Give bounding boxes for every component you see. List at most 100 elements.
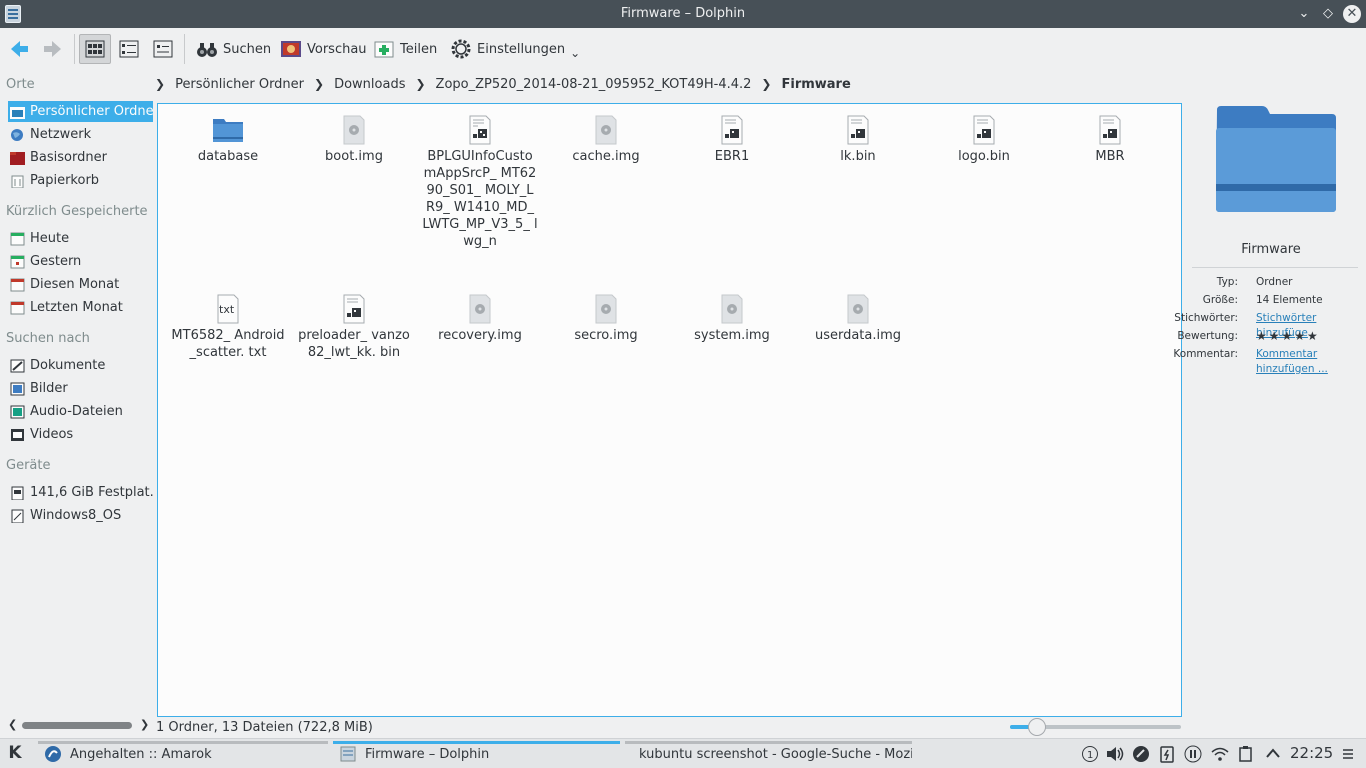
toolbar-separator [184, 34, 185, 64]
details-view-button[interactable] [149, 34, 177, 64]
notification-count: 1 [1087, 750, 1093, 761]
search-button[interactable]: Suchen [196, 34, 271, 64]
zoom-slider-handle[interactable] [1028, 718, 1047, 736]
scroll-left-icon[interactable]: ❮ [8, 718, 17, 731]
chevron-right-icon[interactable]: ❯ [314, 77, 324, 91]
file-item-preloader[interactable]: preloader_ vanzo82_lwt_kk. bin [296, 293, 412, 361]
share-button[interactable]: Teilen [373, 34, 437, 64]
breadcrumb: ❯ Persönlicher Ordner ❯ Downloads ❯ Zopo… [155, 72, 853, 96]
file-name: lk.bin [840, 149, 876, 164]
place-root[interactable]: Basisordner [8, 147, 153, 168]
chevron-right-icon[interactable]: ❯ [761, 77, 771, 91]
application-launcher-icon[interactable]: K [4, 742, 26, 764]
close-icon[interactable]: ✕ [1343, 5, 1361, 23]
volume-icon[interactable] [1104, 739, 1126, 768]
file-item-ebr1[interactable]: EBR1 [674, 114, 790, 165]
file-item-cache-img[interactable]: cache.img [548, 114, 664, 165]
file-item-lk-bin[interactable]: lk.bin [800, 114, 916, 165]
place-label: Gestern [30, 254, 82, 269]
place-label: Persönlicher Ordner [30, 104, 153, 119]
task-firefox[interactable]: kubuntu screenshot - Google-Suche - Mozi… [625, 739, 912, 768]
file-name: MT6582_ Android_scatter. txt [171, 328, 285, 360]
place-yesterday[interactable]: Gestern [8, 251, 153, 272]
place-label: Basisordner [30, 150, 107, 165]
file-name: MBR [1095, 149, 1125, 164]
breadcrumb-zopo[interactable]: Zopo_ZP520_2014-08-21_095952_KOT49H-4.4.… [434, 77, 754, 92]
panel-menu-icon[interactable] [1338, 739, 1358, 768]
file-view[interactable]: database boot.img BPLGUInfoCusto mAppSrc… [157, 103, 1182, 717]
battery-icon[interactable] [1157, 739, 1177, 768]
updates-icon[interactable] [1131, 739, 1151, 768]
chevron-up-icon[interactable] [1263, 739, 1283, 768]
place-windows[interactable]: Windows8_OS [8, 505, 153, 526]
arrow-right-icon [42, 38, 64, 60]
add-comment-link[interactable]: Kommentar hinzufügen ... [1256, 347, 1336, 377]
place-trash[interactable]: Papierkorb [8, 170, 153, 191]
folder-preview-icon [1216, 106, 1336, 212]
file-item-recovery-img[interactable]: recovery.img [422, 293, 538, 344]
disk-image-icon [469, 294, 491, 324]
breadcrumb-downloads[interactable]: Downloads [332, 77, 407, 92]
documents-icon [10, 359, 25, 372]
clipboard-icon[interactable] [1236, 739, 1256, 768]
place-home[interactable]: Persönlicher Ordner [8, 101, 153, 122]
task-amarok[interactable]: Angehalten :: Amarok [38, 739, 328, 768]
file-name: boot.img [325, 149, 383, 164]
back-button[interactable] [8, 34, 30, 64]
task-dolphin[interactable]: Firmware – Dolphin [333, 739, 620, 768]
info-file-name: Firmware [1241, 242, 1301, 257]
binary-file-icon [847, 115, 869, 145]
file-item-mbr[interactable]: MBR [1052, 114, 1168, 165]
place-audio[interactable]: Audio-Dateien [8, 401, 153, 422]
chevron-right-icon[interactable]: ❯ [415, 77, 425, 91]
gear-icon [450, 38, 472, 60]
notifications-badge-icon[interactable]: 1 [1080, 739, 1100, 768]
scroll-right-icon[interactable]: ❯ [140, 718, 149, 731]
place-label: Papierkorb [30, 173, 100, 188]
place-videos[interactable]: Videos [8, 424, 153, 445]
share-icon [373, 38, 395, 60]
place-documents[interactable]: Dokumente [8, 355, 153, 376]
place-last-month[interactable]: Letzten Monat [8, 297, 153, 318]
file-item-bplguinfo[interactable]: BPLGUInfoCusto mAppSrcP_ MT6290_S01_ MOL… [422, 114, 538, 250]
maximize-icon[interactable]: ◇ [1319, 5, 1337, 23]
breadcrumb-home[interactable]: Persönlicher Ordner [173, 77, 306, 92]
place-label: Netzwerk [30, 127, 92, 142]
zoom-slider[interactable] [1010, 718, 1181, 736]
place-hard-disk[interactable]: 141,6 GiB Festplat... [8, 482, 153, 503]
compact-view-button[interactable] [115, 34, 143, 64]
toolbar-separator [74, 34, 75, 64]
media-pause-icon[interactable] [1183, 739, 1203, 768]
preview-button[interactable]: Vorschau [280, 34, 367, 64]
task-label: Angehalten :: Amarok [70, 746, 212, 762]
info-key: Kommentar: [1173, 348, 1238, 360]
horizontal-scrollbar[interactable] [22, 722, 132, 729]
file-item-boot-img[interactable]: boot.img [296, 114, 412, 165]
file-item-logo-bin[interactable]: logo.bin [926, 114, 1042, 165]
minimize-icon[interactable]: ⌄ [1295, 5, 1313, 23]
place-images[interactable]: Bilder [8, 378, 153, 399]
file-item-system-img[interactable]: system.img [674, 293, 790, 344]
icons-view-button[interactable] [79, 34, 111, 64]
main-toolbar: Suchen Vorschau Teilen Einstellungen ⌄ [0, 28, 1366, 70]
file-item-secro-img[interactable]: secro.img [548, 293, 664, 344]
place-network[interactable]: Netzwerk [8, 124, 153, 145]
place-label: Heute [30, 231, 70, 246]
place-today[interactable]: Heute [8, 228, 153, 249]
wifi-icon[interactable] [1209, 739, 1231, 768]
window-title: Firmware – Dolphin [620, 6, 746, 21]
forward-button[interactable] [42, 34, 64, 64]
settings-button[interactable]: Einstellungen ⌄ [450, 34, 580, 64]
file-item-userdata-img[interactable]: userdata.img [800, 293, 916, 344]
file-item-database[interactable]: database [170, 114, 286, 165]
devices-heading: Geräte [6, 458, 51, 473]
file-item-scatter-txt[interactable]: txt MT6582_ Android_scatter. txt [170, 293, 286, 361]
rating-stars[interactable]: ★★★★★ [1256, 329, 1364, 344]
breadcrumb-firmware[interactable]: Firmware [779, 77, 852, 92]
disk-image-icon [595, 294, 617, 324]
task-indicator [38, 741, 328, 744]
clock[interactable]: 22:25 [1290, 744, 1333, 762]
binary-file-icon [721, 115, 743, 145]
settings-label: Einstellungen [477, 41, 566, 57]
place-this-month[interactable]: Diesen Monat [8, 274, 153, 295]
